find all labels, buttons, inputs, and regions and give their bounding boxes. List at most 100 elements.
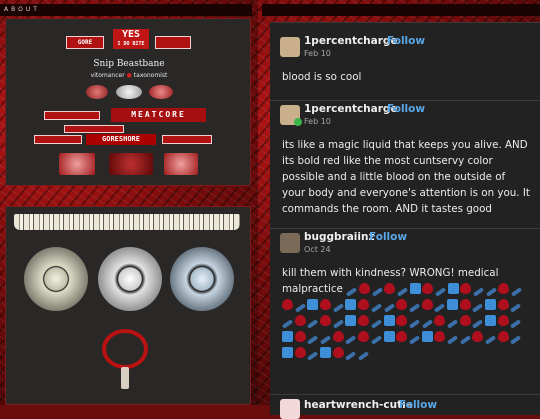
blood-emoji-icon xyxy=(294,315,306,326)
about-panel: GORE YES I DO BITE Snip Beastbane vitoma… xyxy=(5,18,251,186)
syringe-emoji-icon xyxy=(510,303,522,313)
syringe-emoji-icon xyxy=(446,335,459,345)
blood-emoji-icon xyxy=(459,299,471,310)
syringe-emoji-icon xyxy=(459,335,471,345)
small-stamp xyxy=(64,125,124,133)
header-strip: ABOUT xyxy=(0,4,252,16)
blood-emoji-icon xyxy=(294,347,306,358)
meat-cut-icon xyxy=(149,85,173,99)
post-date: Feb 10 xyxy=(304,49,331,58)
blood-emoji-icon xyxy=(421,299,433,310)
username[interactable]: 1percentcharge xyxy=(304,103,398,115)
hospital-emoji-icon xyxy=(485,299,496,310)
hospital-emoji-icon xyxy=(447,283,459,294)
hospital-emoji-icon xyxy=(282,347,293,358)
syringe-emoji-icon xyxy=(510,287,523,297)
subtitle-left: vitomancer xyxy=(90,72,125,79)
blood-emoji-icon xyxy=(396,331,408,342)
syringe-emoji-icon xyxy=(319,335,332,345)
blood-emoji-icon xyxy=(358,331,370,342)
blood-emoji-icon xyxy=(320,299,332,310)
syringe-emoji-icon xyxy=(307,319,319,329)
hospital-emoji-icon xyxy=(409,283,421,294)
syringe-emoji-icon xyxy=(371,287,383,297)
syringe-emoji-icon xyxy=(484,335,497,345)
syringe-emoji-icon xyxy=(332,319,344,329)
blood-emoji-icon xyxy=(294,331,306,342)
avatar[interactable] xyxy=(280,399,300,419)
syringe-emoji-icon xyxy=(485,287,497,297)
syringe-emoji-icon xyxy=(294,303,306,313)
flesh-tile-1 xyxy=(59,153,95,175)
hospital-emoji-icon xyxy=(485,315,496,326)
hospital-emoji-icon xyxy=(345,299,357,310)
meatcore-badge: MEATCORE xyxy=(111,108,206,122)
avatar[interactable] xyxy=(280,37,300,57)
teeth-strip xyxy=(14,214,240,230)
right-stamp xyxy=(162,135,212,144)
blood-emoji-icon xyxy=(434,315,446,326)
syringe-emoji-icon xyxy=(307,335,319,345)
reblog-feed[interactable]: 1percentcharge Follow Feb 10 blood is so… xyxy=(270,22,540,419)
left-stamp xyxy=(44,111,100,120)
post-1: 1percentcharge Follow Feb 10 blood is so… xyxy=(270,22,540,91)
steak-icon xyxy=(86,85,108,99)
blood-emoji-icon xyxy=(460,283,472,294)
flesh-tile-2 xyxy=(109,153,153,175)
syringe-emoji-icon xyxy=(408,319,421,329)
blood-emoji-icon xyxy=(434,331,446,342)
blood-emoji-icon xyxy=(396,315,408,326)
hospital-emoji-icon xyxy=(383,315,395,326)
blood-drop-icon: ● xyxy=(126,72,132,79)
blood-emoji-icon xyxy=(422,283,434,294)
post-3: buggbraiinz Follow Oct 24 kill them with… xyxy=(270,228,540,395)
syringe-emoji-icon xyxy=(370,335,382,345)
follow-button[interactable]: Follow xyxy=(369,231,407,243)
goreshore-badge: GORESHORE xyxy=(86,134,156,145)
blood-emoji-icon xyxy=(358,299,370,310)
post-text: kill them with kindness? WRONG! medical … xyxy=(281,265,530,361)
subtitle-right: taxonomist xyxy=(133,72,168,79)
stamp-badge xyxy=(155,36,191,49)
syringe-emoji-icon xyxy=(357,351,370,361)
hospital-emoji-icon xyxy=(282,331,293,342)
blood-emoji-icon xyxy=(396,299,408,310)
xray-record-3 xyxy=(170,247,234,311)
username[interactable]: heartwrench-cutie xyxy=(304,399,413,411)
syringe-emoji-icon xyxy=(472,303,484,313)
yes-text: YES xyxy=(121,29,141,40)
avatar[interactable] xyxy=(280,233,300,253)
follow-button[interactable]: Follow xyxy=(387,35,425,47)
hospital-emoji-icon xyxy=(320,347,332,358)
post-text: blood is so cool xyxy=(282,71,362,83)
blood-emoji-icon xyxy=(472,331,484,342)
syringe-emoji-icon xyxy=(510,335,522,345)
syringe-emoji-icon xyxy=(434,303,446,313)
username[interactable]: 1percentcharge xyxy=(304,35,398,47)
xray-record-2 xyxy=(98,247,162,311)
syringe-emoji-icon xyxy=(383,303,395,313)
hospital-emoji-icon xyxy=(421,331,433,342)
left-stamp-2 xyxy=(34,135,82,144)
gore-badge: GORE xyxy=(66,36,104,49)
blood-emoji-icon xyxy=(282,299,293,310)
follow-button[interactable]: Follow xyxy=(399,399,437,411)
blood-emoji-icon xyxy=(497,331,509,342)
syringe-emoji-icon xyxy=(281,319,294,329)
blood-emoji-icon xyxy=(497,315,509,326)
bracelet-image xyxy=(102,329,148,369)
blood-emoji-icon xyxy=(320,315,332,326)
syringe-emoji-icon xyxy=(472,287,485,297)
blood-emoji-icon xyxy=(498,283,510,294)
username[interactable]: buggbraiinz xyxy=(304,231,375,243)
blood-emoji-icon xyxy=(384,283,396,294)
bracelet-charm xyxy=(121,367,129,389)
blood-emoji-icon xyxy=(332,347,344,358)
syringe-emoji-icon xyxy=(434,287,447,297)
follow-button[interactable]: Follow xyxy=(387,103,425,115)
hospital-emoji-icon xyxy=(345,315,357,326)
post-date: Feb 10 xyxy=(304,117,331,126)
syringe-emoji-icon xyxy=(472,319,484,329)
profile-subtitle: vitomancer ● taxonomist xyxy=(6,72,252,79)
syringe-emoji-icon xyxy=(307,351,319,361)
